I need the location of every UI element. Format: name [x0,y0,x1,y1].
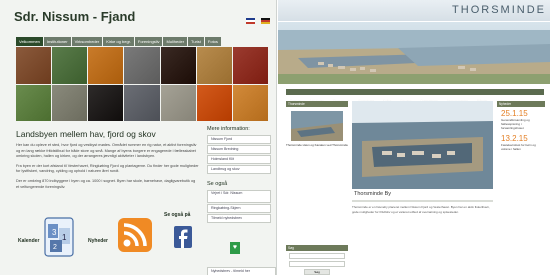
photo-band-stage[interactable] [196,47,232,84]
left-info-box: Thorsminde Thorsminde Havn og Kanalen ve… [286,101,348,147]
box-header: Thorsminde [286,101,348,107]
news-date: 13.2.15 [501,134,528,143]
photo-church-yard[interactable] [52,84,88,121]
nyheder-label: Nyheder [88,238,109,244]
info-sidebar: Mere information: Nissum Fjord Nissum Br… [207,126,271,224]
sidebar-link[interactable]: Nissum Fjord [207,135,271,144]
news-column: Nyheder 25.1.15 Generalforsamling og fæl… [497,101,545,155]
thorsminde-header: THORSMINDE [278,0,550,21]
intro-paragraph: Der er omkring 870 indbyggere i byen og … [16,178,196,189]
kalender-label: Kalender [18,238,40,244]
search-input[interactable] [289,253,345,259]
tab-turist[interactable]: Turist [188,37,204,46]
tab-kirke[interactable]: Kirke og begr. [103,37,134,46]
search-box-header: Søg [286,245,348,251]
photo-bonfire[interactable] [160,47,196,84]
thorsminde-page: THORSMINDE ForsideAktiviteterThorsminde [278,0,550,275]
harbor-thumbnail[interactable] [291,111,343,141]
se-ogsaa-label: Se også på [164,212,191,218]
photo-people-grass[interactable] [16,84,52,121]
photo-seal-beach[interactable] [160,84,196,121]
tab-muliheder[interactable]: Muliheder [163,37,188,46]
site-title: Sdr. Nissum - Fjand [14,9,136,24]
photo-red-building[interactable] [232,47,268,84]
intro-paragraph: Fra byen er der kort afstand til Vesterh… [16,163,199,174]
feature-links: Kalender 3 1 2 Nyheder Se også på [16,210,201,272]
svg-text:1: 1 [62,233,67,242]
main-tabs: Velkommen Institutioner Virksomheder Kirke … [16,37,268,46]
sidebar-link[interactable]: Vejret i Sdr. Nissum [207,190,271,203]
uk-flag-icon[interactable] [245,18,255,24]
sidebar-link[interactable]: Nissum Bredning [207,145,271,154]
news-list: 25.1.15 Generalforsamling og fællesspisn… [497,107,545,151]
tab-velkommen[interactable]: Velkommen [16,37,43,46]
search-input-2[interactable] [289,261,345,267]
photo-harbor-sunset[interactable] [88,47,124,84]
svg-text:3: 3 [52,228,57,237]
sidebar-link[interactable]: Holmsland Klit [207,155,271,164]
heart-icon: ♥ [230,242,240,254]
search-button[interactable]: Søg [304,269,330,275]
photo-caption: Thorsminde By [354,191,391,197]
sidebar-link[interactable]: Ringkøbing-Skjern [207,204,271,213]
language-flags [244,11,270,29]
page-heading: Landsbyen mellem hav, fjord og skov [16,129,156,139]
thumbnail-caption: Thorsminde Havn og Kanalen ved Thorsmind… [286,143,348,147]
sidebar-subheading: Se også [207,181,228,187]
harbor-photo [352,101,493,189]
photo-dark-hall[interactable] [88,84,124,121]
sidebar-link[interactable]: Landbrug og skov [207,165,271,174]
photo-red-sunset[interactable] [196,84,232,121]
site-title: THORSMINDE [452,4,546,16]
photo-crowd-gathering[interactable] [16,47,52,84]
search-box: Søg Søg [286,245,348,275]
photo-green-dome[interactable] [52,47,88,84]
newsletter-link[interactable]: Nyhedsbrev - tilmeld her [207,267,276,275]
sidebar-link[interactable]: Tilmeld nyhedsbrev [207,214,271,223]
news-date: 25.1.15 [501,109,528,118]
sdr-nissum-page: Sdr. Nissum - Fjand Velkommen Institution… [0,0,277,275]
photo-storm-sky[interactable] [124,84,160,121]
tab-institutioner[interactable]: Institutioner [43,37,71,46]
divider [352,200,493,202]
tab-fotos[interactable]: Fotos [204,37,221,46]
photo-orange-rooftop[interactable] [232,84,268,121]
news-text[interactable]: Generalforsamling og fællesspisning i fo… [501,118,543,130]
calendar-icon[interactable]: 3 1 2 [44,216,74,263]
intro-paragraph: Her kan du opleve et sted, hvor fjord og… [16,143,197,159]
facebook-icon[interactable] [174,226,192,253]
photo-street-lamp[interactable] [124,47,160,84]
tab-virksomheder[interactable]: Virksomheder [71,37,103,46]
main-content: Thorsminde By Thorsminde er en havneby p… [352,101,493,215]
main-text: Thorsminde er en havneby placeret mellem… [352,205,490,214]
news-text[interactable]: Fastelavnsfest for børn og voksne i hall… [501,143,543,151]
tab-foreningsliv[interactable]: Foreningsliv [134,37,163,46]
photo-mosaic [16,47,268,121]
svg-text:2: 2 [53,244,57,251]
sidebar-heading: Mere information: [207,126,250,132]
intro-text: Her kan du opleve et sted, hvor fjord og… [16,143,199,194]
rss-icon[interactable] [118,218,152,261]
aerial-harbor-image [278,22,550,84]
de-flag-icon[interactable] [261,18,270,24]
top-navigation: ForsideAktiviteterThorsmindeForeningerKu… [286,89,544,103]
